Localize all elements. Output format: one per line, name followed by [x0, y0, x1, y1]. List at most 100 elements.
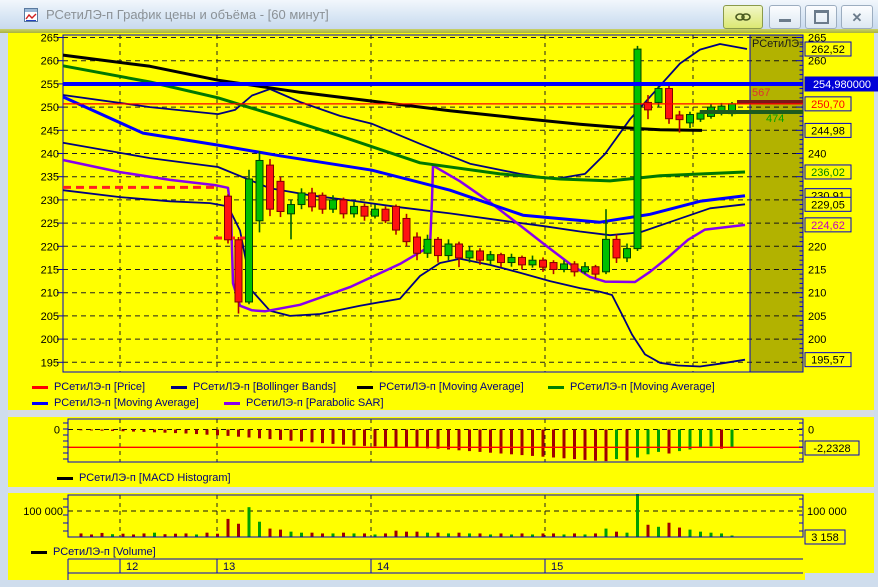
macd-bar [394, 429, 398, 448]
volume-bar [100, 532, 104, 537]
macd-bar [331, 429, 335, 444]
volume-bar [153, 532, 156, 537]
candle-body [560, 263, 568, 271]
macd-bar [384, 429, 387, 447]
volume-bar [321, 533, 324, 537]
macd-bar [520, 429, 524, 456]
volume-bar [541, 533, 545, 537]
volume-bar [415, 531, 419, 537]
price-axis-label: 210 [808, 288, 826, 300]
time-axis-label: 14 [377, 561, 389, 573]
macd-bar [310, 429, 314, 443]
legend-item-macd-histogram[interactable]: РСетиЛЭ-п [MACD Histogram] [57, 471, 231, 485]
volume-bar [342, 532, 345, 537]
candle-body [528, 259, 537, 266]
price-axis-label: 235 [41, 172, 59, 184]
volume-plot-border [67, 494, 804, 538]
legend-item-label: РСетиЛЭ-п [Price] [54, 381, 146, 393]
charts-svg[interactable]: 265 260 255 250 245 240 235 230 225 220 215 210 205 2… [0, 0, 878, 587]
legend-dash-icon [32, 401, 48, 405]
macd-bar [300, 429, 303, 442]
macd-bar [184, 429, 188, 434]
price-axis-label: 245 [41, 125, 59, 137]
legend-item-bollinger-bands[interactable]: РСетиЛЭ-п [Bollinger Bands] [171, 380, 336, 394]
legend-item-moving-average-green[interactable]: РСетиЛЭ-п [Moving Average] [548, 380, 715, 394]
macd-bar [405, 429, 408, 448]
macd-bar [478, 429, 482, 452]
volume-bar [331, 533, 335, 537]
volume-bar [657, 526, 660, 537]
candle-body [266, 164, 274, 210]
volume-bar [90, 534, 93, 537]
volume-bar [394, 530, 398, 537]
legend-item-volume[interactable]: РСетиЛЭ-п [Volume] [31, 545, 156, 559]
volume-bar [615, 531, 618, 537]
price-axis-label: 205 [808, 311, 826, 323]
macd-bar [142, 429, 146, 432]
candle-body [476, 250, 484, 261]
volume-axis-label: 100 000 [23, 506, 63, 518]
legend-item-label: РСетиЛЭ-п [Moving Average] [570, 381, 715, 393]
macd-bar [247, 429, 251, 438]
candle-body [287, 204, 295, 215]
volume-bar [552, 533, 555, 537]
volume-bar [111, 534, 114, 537]
legend-item-label: РСетиЛЭ-п [MACD Histogram] [79, 472, 231, 484]
volume-axis-label: 100 000 [807, 506, 847, 518]
volume-bar [205, 532, 209, 537]
macd-bar [163, 429, 167, 433]
macd-bar [720, 429, 723, 449]
macd-bar [636, 429, 639, 458]
price-axis-label: 215 [41, 265, 59, 277]
volume-bar [468, 533, 471, 537]
volume-bar [720, 533, 723, 537]
price-axis-label: 200 [41, 334, 59, 346]
macd-bar [258, 429, 261, 439]
volume-bar [142, 533, 146, 537]
volume-bar [184, 533, 188, 537]
legend-item-label: РСетиЛЭ-п [Moving Average] [379, 381, 524, 393]
macd-bar [688, 429, 692, 450]
price-box-label: 244,98 [811, 125, 845, 137]
volume-bar [163, 534, 167, 537]
legend-item-moving-average-blue[interactable]: РСетиЛЭ-п [Moving Average] [32, 396, 199, 410]
price-box-label: 254,980000 [813, 79, 871, 91]
legend-dash-icon [31, 550, 47, 554]
macd-bar [363, 429, 366, 446]
macd-bar [594, 429, 597, 461]
macd-bar [100, 429, 104, 431]
candle-body [570, 263, 579, 273]
macd-bar [415, 429, 419, 448]
volume-bar [426, 532, 429, 537]
macd-bar [289, 429, 293, 441]
candle-body [423, 238, 432, 254]
macd-bar [447, 429, 450, 450]
macd-bar [646, 429, 650, 455]
macd-bar [552, 429, 555, 458]
volume-bar [604, 528, 608, 537]
price-axis-label: 200 [808, 334, 826, 346]
volume-bar [510, 534, 513, 537]
volume-bar [132, 534, 135, 537]
volume-bar [447, 533, 450, 537]
legend-item-moving-average-black[interactable]: РСетиЛЭ-п [Moving Average] [357, 380, 524, 394]
time-axis-label: 15 [551, 561, 563, 573]
time-axis-label: 13 [223, 561, 235, 573]
legend-item-price[interactable]: РСетиЛЭ-п [Price] [32, 380, 145, 394]
volume-bar [373, 534, 377, 537]
candle-body [549, 262, 558, 271]
legend-item-parabolic-sar[interactable]: РСетиЛЭ-п [Parabolic SAR] [224, 396, 384, 410]
macd-bar [111, 429, 114, 431]
bid-volume-line [700, 110, 803, 114]
macd-bar [699, 429, 702, 448]
volume-bar [678, 527, 681, 537]
chart-window: РСетиЛЭ-п График цены и объёма - [60 мин… [0, 0, 878, 587]
legend-item-label: РСетиЛЭ-п [Bollinger Bands] [193, 381, 337, 393]
macd-bar [79, 429, 83, 431]
candle-body [276, 180, 285, 212]
price-box-label: 250,70 [811, 99, 845, 111]
macd-bar [226, 429, 230, 436]
candle-body [633, 48, 642, 250]
price-axis-label: 210 [41, 288, 59, 300]
legend-dash-icon [171, 385, 187, 389]
